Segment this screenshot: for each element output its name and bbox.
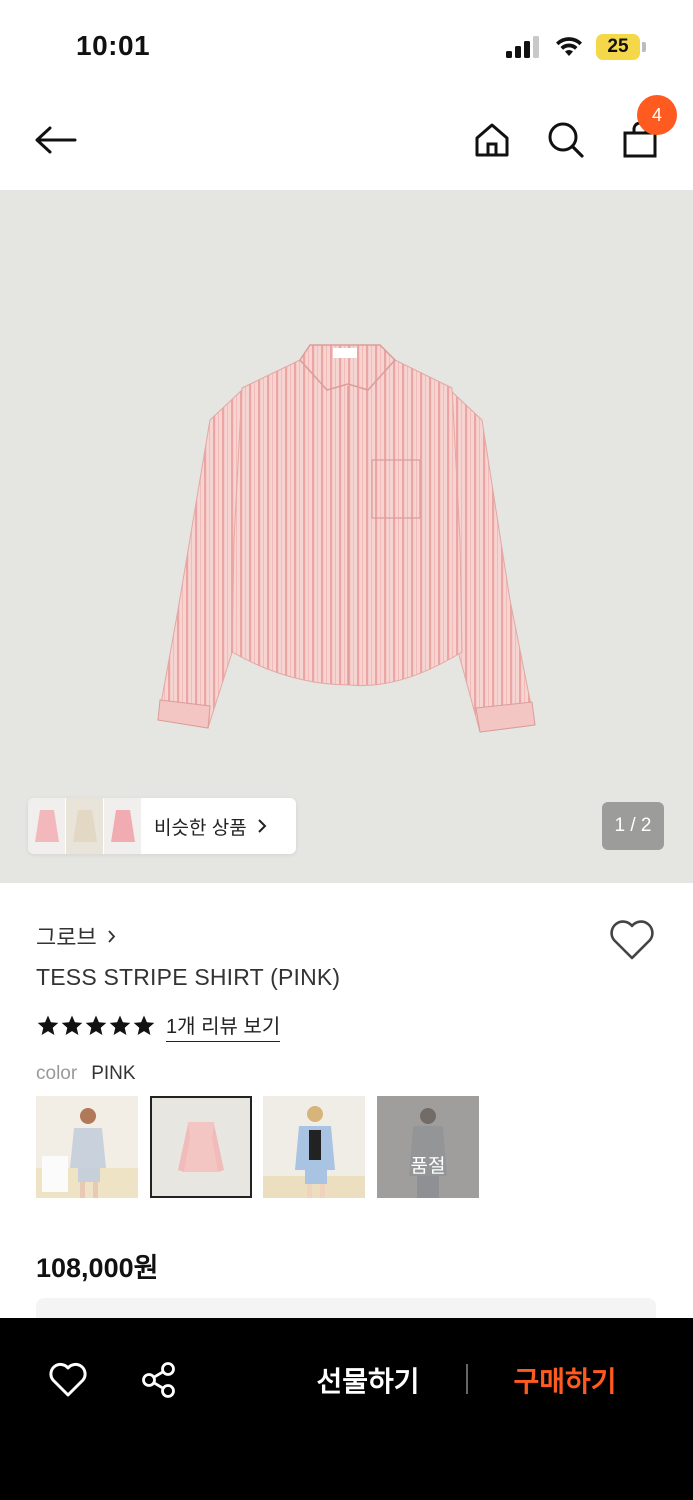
- product-image: [157, 344, 536, 733]
- nav-bar: [0, 90, 693, 190]
- color-swatch-grey-set[interactable]: [36, 1096, 138, 1198]
- wifi-icon: [556, 37, 582, 56]
- similar-products-label: 비슷한 상품: [154, 817, 247, 839]
- color-selection-row: color PINK: [36, 1063, 136, 1085]
- cellular-signal-icon: [506, 36, 539, 58]
- sold-out-overlay: 품절: [377, 1096, 479, 1198]
- gift-button[interactable]: 선물하기: [300, 1358, 436, 1402]
- status-time: 10:01: [76, 30, 151, 61]
- similar-thumb: [66, 798, 104, 854]
- button-divider: [466, 1364, 468, 1394]
- similar-product-thumbnails: [28, 798, 142, 854]
- color-label: color: [36, 1063, 78, 1084]
- heart-like-icon[interactable]: [46, 1358, 90, 1402]
- star-icon: [61, 1015, 83, 1035]
- chevron-right-icon: [257, 819, 267, 833]
- product-image-gallery[interactable]: 비슷한 상품 1 / 2: [0, 190, 693, 883]
- rating-row: 1개 리뷰 보기: [36, 1010, 281, 1042]
- buy-button[interactable]: 구매하기: [500, 1358, 630, 1402]
- similar-thumb: [104, 798, 142, 854]
- chevron-right-icon: [108, 929, 115, 943]
- review-link[interactable]: 1개 리뷰 보기: [166, 1010, 281, 1042]
- star-icon: [133, 1015, 155, 1035]
- star-icon: [85, 1015, 107, 1035]
- search-icon[interactable]: [542, 116, 590, 164]
- bottom-action-bar: 선물하기 구매하기: [0, 1318, 693, 1500]
- product-title: TESS STRIPE SHIRT (PINK): [36, 964, 341, 990]
- product-price: 108,000원: [36, 1253, 159, 1283]
- star-icon: [37, 1015, 59, 1035]
- product-detail-page: 10:01 25 4 비슷한 상품 1 / 2 그로브 TESS STRIPE …: [0, 0, 693, 1500]
- similar-thumb: [28, 798, 66, 854]
- color-value: PINK: [91, 1063, 136, 1084]
- color-swatch-grey[interactable]: 품절: [377, 1096, 479, 1198]
- brand-name: 그로브: [36, 925, 97, 950]
- color-swatch-pink[interactable]: [150, 1096, 252, 1198]
- battery-indicator: 25: [596, 34, 646, 60]
- similar-products-button[interactable]: 비슷한 상품: [28, 798, 296, 854]
- share-icon[interactable]: [137, 1358, 181, 1402]
- image-page-indicator: 1 / 2: [602, 802, 664, 850]
- color-swatch-blue[interactable]: [263, 1096, 365, 1198]
- cart-count-badge: 4: [637, 95, 677, 135]
- back-arrow-icon[interactable]: [32, 116, 80, 164]
- brand-link[interactable]: 그로브: [36, 920, 116, 952]
- star-icon: [109, 1015, 131, 1035]
- home-icon[interactable]: [468, 116, 516, 164]
- heart-wishlist-icon[interactable]: [608, 918, 656, 962]
- battery-level: 25: [607, 36, 629, 57]
- status-bar: 10:01 25: [0, 0, 693, 90]
